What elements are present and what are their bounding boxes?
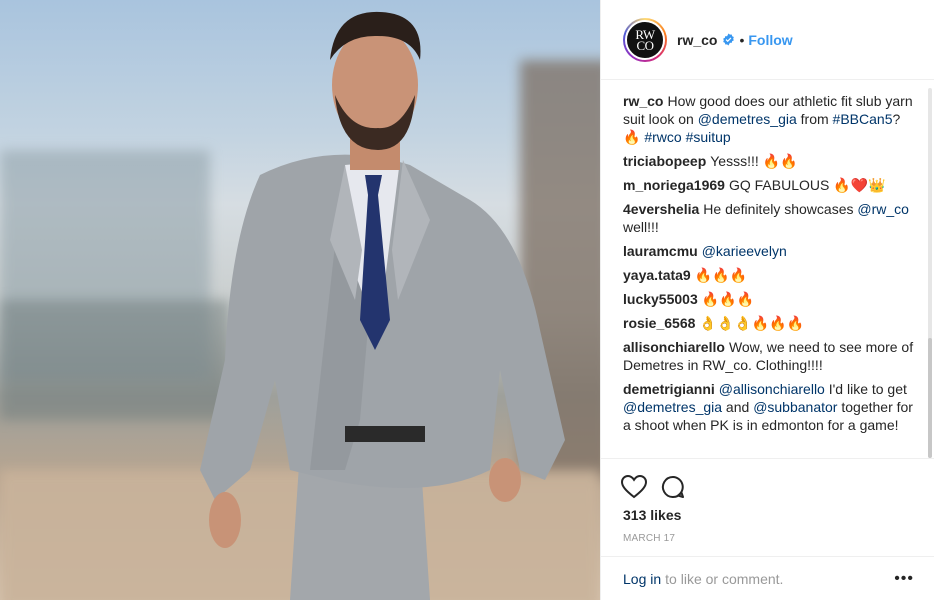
comment-item: lucky55003 🔥🔥🔥	[623, 290, 916, 308]
comment-text: from	[796, 111, 833, 127]
comment-username[interactable]: lucky55003	[623, 291, 698, 307]
comment-item: m_noriega1969 GQ FABULOUS 🔥❤️👑	[623, 176, 916, 194]
separator-dot: •	[739, 31, 745, 48]
post-photo[interactable]	[0, 0, 600, 600]
login-prompt-text: to like or comment.	[665, 570, 784, 587]
post-side-panel: RW CO rw_co • Follow rw_co How good does …	[600, 0, 934, 600]
avatar[interactable]: RW CO	[623, 17, 667, 62]
comment-text: well!!!	[623, 219, 659, 235]
comment-text: He definitely showcases	[703, 201, 858, 217]
comment-item: allisonchiarello Wow, we need to see more…	[623, 338, 916, 374]
comment-username[interactable]: rosie_6568	[623, 315, 695, 331]
comment-text: and	[722, 399, 754, 415]
comment-username[interactable]: yaya.tata9	[623, 267, 691, 283]
login-link[interactable]: Log in	[623, 571, 661, 587]
comment-text: I'd like to get	[824, 381, 907, 397]
comment-username[interactable]: m_noriega1969	[623, 177, 725, 193]
comment-username[interactable]: demetrigianni	[623, 381, 715, 397]
comment-text: 🔥🔥🔥	[694, 267, 748, 283]
heart-icon[interactable]	[621, 475, 647, 499]
comments-scrollbar[interactable]	[928, 88, 932, 458]
comment-mention-link[interactable]: @demetres_gia	[698, 111, 797, 127]
header-username[interactable]: rw_co	[677, 32, 717, 48]
comment-mention-link[interactable]: #suitup	[686, 129, 731, 145]
comment-item: rw_co How good does our athletic fit slub…	[623, 92, 916, 146]
comment-username[interactable]: lauramcmu	[623, 243, 698, 259]
comment-bubble-icon[interactable]	[661, 475, 685, 499]
man-in-suit-illustration	[200, 11, 565, 600]
comment-mention-link[interactable]: @karieevelyn	[702, 243, 787, 259]
comment-mention-link[interactable]: @rw_co	[857, 201, 909, 217]
verified-badge-icon	[723, 33, 735, 46]
comment-mention-link[interactable]: @demetres_gia	[623, 399, 722, 415]
scrollbar-thumb[interactable]	[928, 338, 932, 458]
follow-button[interactable]: Follow	[748, 32, 792, 48]
post-header: RW CO rw_co • Follow	[601, 0, 934, 80]
action-bar: 313 likes MARCH 17	[601, 458, 934, 544]
comment-item: triciabopeep Yesss!!! 🔥🔥	[623, 152, 916, 170]
comment-mention-link[interactable]: #rwco	[644, 129, 681, 145]
comment-text: 🔥🔥🔥	[701, 291, 755, 307]
comment-item: demetrigianni @allisonchiarello I'd like …	[623, 380, 916, 434]
comment-mention-link[interactable]: @subbanator	[753, 399, 837, 415]
more-options-icon[interactable]: •••	[894, 570, 914, 588]
comment-text: GQ FABULOUS 🔥❤️👑	[728, 177, 886, 193]
comment-item: 4evershelia He definitely showcases @rw_c…	[623, 200, 916, 236]
comment-item: rosie_6568 👌👌👌🔥🔥🔥	[623, 314, 916, 332]
logo-text-bottom: CO	[636, 37, 654, 53]
post-date: MARCH 17	[623, 533, 676, 544]
comment-mention-link[interactable]: #BBCan5	[833, 111, 893, 127]
comment-mention-link[interactable]: @allisonchiarello	[719, 381, 825, 397]
likes-count[interactable]: 313 likes	[623, 507, 914, 523]
comment-item: yaya.tata9 🔥🔥🔥	[623, 266, 916, 284]
action-icons	[621, 467, 914, 507]
comment-text: Yesss!!! 🔥🔥	[710, 153, 798, 169]
comment-username[interactable]: triciabopeep	[623, 153, 706, 169]
comment-list[interactable]: rw_co How good does our athletic fit slub…	[601, 80, 934, 460]
login-footer: Log in to like or comment. •••	[601, 556, 934, 600]
comment-username[interactable]: 4evershelia	[623, 201, 699, 217]
comment-username[interactable]: allisonchiarello	[623, 339, 725, 355]
comment-username[interactable]: rw_co	[623, 93, 663, 109]
brand-logo: RW CO	[625, 19, 665, 60]
comment-text: 👌👌👌🔥🔥🔥	[699, 315, 804, 331]
comment-item: lauramcmu @karieevelyn	[623, 242, 916, 260]
